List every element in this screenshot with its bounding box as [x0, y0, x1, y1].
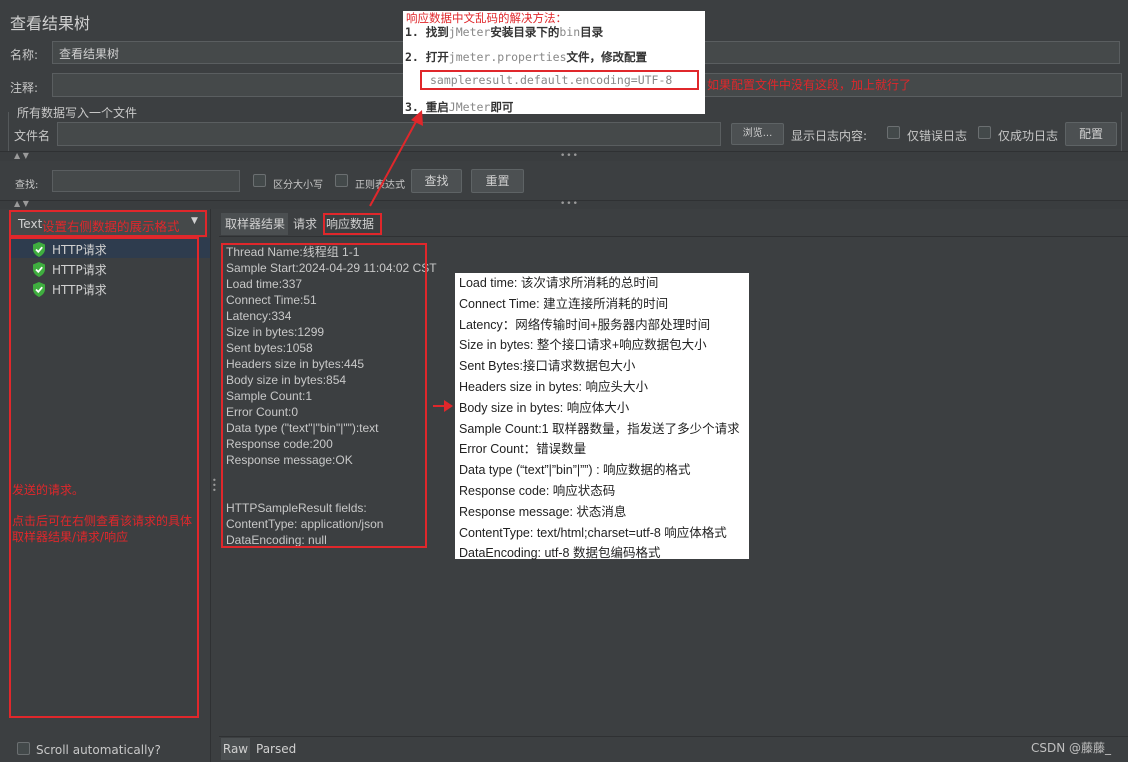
- explanation-line: Latency：网络传输时间+服务器内部处理时间: [459, 317, 711, 332]
- search-input[interactable]: [52, 170, 240, 192]
- field-explanation-panel: Load time: 该次请求所消耗的总时间 Connect Time: 建立连接…: [455, 273, 749, 560]
- tab-sampler-result[interactable]: 取样器结果: [221, 213, 288, 235]
- explanation-line: Sent Bytes:接口请求数据包大小: [459, 359, 636, 374]
- collapse-arrows-icon-2[interactable]: ▲ ▼: [14, 199, 29, 208]
- watermark: CSDN @藤藤_: [1031, 741, 1112, 755]
- tab-divider: [219, 236, 1128, 237]
- configure-button[interactable]: 配置: [1065, 122, 1117, 146]
- log-content-label: 显示日志内容:: [791, 129, 868, 143]
- explanation-line: Size in bytes: 整个接口请求+响应数据包大小: [459, 338, 707, 353]
- collapse-arrows-icon[interactable]: ▲ ▼: [14, 151, 29, 160]
- search-label: 查找:: [15, 180, 39, 191]
- renderer-note: 设置右侧数据的展示格式: [42, 219, 180, 234]
- scroll-auto-checkbox[interactable]: [17, 742, 30, 755]
- splitter-grip-icon[interactable]: •••: [560, 151, 579, 161]
- vertical-splitter-grip-icon[interactable]: • • •: [212, 477, 218, 495]
- regex-checkbox[interactable]: [335, 174, 348, 187]
- explanation-line: Headers size in bytes: 响应头大小: [459, 379, 648, 394]
- renderer-selected-value: Text: [18, 217, 43, 231]
- arrow-up-right-icon: [369, 110, 423, 207]
- explanation-line: Data type (“text”|”bin”|””) : 响应数据的格式: [459, 463, 691, 478]
- explanation-line: Body size in bytes: 响应体大小: [459, 400, 630, 415]
- chevron-down-icon[interactable]: ▼: [191, 216, 198, 226]
- tree-note-2: 点击后可在右侧查看该请求的具体取样器结果/请求/响应: [12, 514, 193, 544]
- filename-label: 文件名: [14, 129, 51, 143]
- tab-request[interactable]: 请求: [293, 213, 317, 235]
- tree-note-1: 发送的请求。: [12, 483, 85, 497]
- case-sensitive-label: 区分大小写: [273, 180, 323, 191]
- response-tab-annotation-box: [323, 213, 382, 235]
- name-label: 名称:: [10, 48, 39, 62]
- splitter-grip-icon-2[interactable]: •••: [560, 199, 579, 209]
- explanation-line: DataEncoding: utf-8 数据包编码格式: [459, 546, 661, 561]
- config-line-box: sampleresult.default.encoding=UTF-8: [420, 70, 699, 90]
- success-only-label: 仅成功日志: [998, 129, 1059, 143]
- config-side-note: 如果配置文件中没有这段，加上就行了: [707, 78, 912, 92]
- comment-label: 注释:: [10, 81, 39, 95]
- bottom-divider: [219, 736, 1128, 737]
- explanation-line: Response code: 响应状态码: [459, 483, 616, 498]
- explanation-line: Sample Count:1 取样器数量，指发送了多少个请求: [459, 421, 740, 436]
- arrow-right-icon: [433, 400, 453, 412]
- window-title: 查看结果树: [10, 14, 91, 33]
- tab-parsed[interactable]: Parsed: [256, 738, 296, 760]
- explanation-line: Load time: 该次请求所消耗的总时间: [459, 276, 659, 290]
- errors-only-checkbox[interactable]: [887, 126, 900, 139]
- config-step-2: 2. 打开jmeter.properties文件，修改配置: [405, 50, 647, 64]
- browse-button[interactable]: 浏览...: [731, 123, 784, 145]
- case-sensitive-checkbox[interactable]: [253, 174, 266, 187]
- explanation-line: Connect Time: 建立连接所消耗的时间: [459, 296, 669, 311]
- tab-raw[interactable]: Raw: [221, 738, 250, 760]
- config-note-panel: 响应数据中文乱码的解决方法： 1. 找到jMeter安装目录下的bin目录 2.…: [403, 11, 705, 114]
- reset-button[interactable]: 重置: [471, 169, 524, 193]
- explanation-line: Response message: 状态消息: [459, 504, 627, 519]
- explanation-line: ContentType: text/html;charset=utf-8 响应体…: [459, 525, 727, 540]
- scroll-auto-label: Scroll automatically?: [36, 743, 161, 757]
- success-only-checkbox[interactable]: [978, 126, 991, 139]
- tree-annotation-box: [9, 237, 199, 718]
- config-step-1: 1. 找到jMeter安装目录下的bin目录: [405, 25, 604, 39]
- result-annotation-box: [221, 243, 427, 548]
- explanation-line: Error Count：错误数量: [459, 442, 587, 457]
- errors-only-label: 仅错误日志: [907, 129, 968, 143]
